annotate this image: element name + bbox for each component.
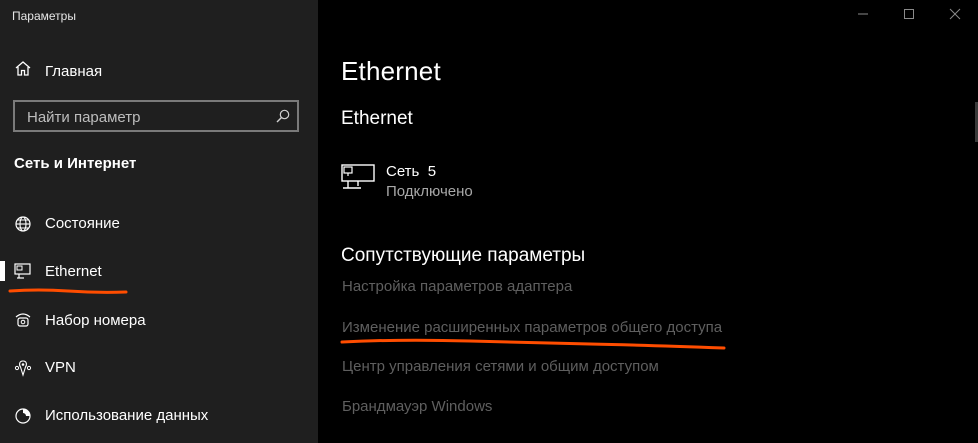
maximize-icon xyxy=(903,7,915,25)
subtitle: Ethernet xyxy=(341,108,413,129)
sidebar: Параметры Главная Сеть и Интернет xyxy=(0,0,318,443)
close-icon xyxy=(949,7,961,25)
network-name: Сеть 5 xyxy=(386,163,437,180)
link-advanced-sharing[interactable]: Изменение расширенных параметров общего … xyxy=(342,319,722,336)
dialup-icon xyxy=(14,312,32,328)
vpn-icon xyxy=(14,359,32,377)
minimize-icon xyxy=(857,7,869,25)
ethernet-icon xyxy=(14,263,32,279)
home-label: Главная xyxy=(45,62,103,80)
window-controls xyxy=(840,0,978,32)
sidebar-item-label: Состояние xyxy=(45,214,120,232)
sidebar-item-label: Использование данных xyxy=(45,406,209,424)
app-title: Параметры xyxy=(12,9,76,23)
network-status: Подключено xyxy=(386,183,473,200)
globe-icon xyxy=(14,215,32,232)
related-settings-heading: Сопутствующие параметры xyxy=(341,245,586,266)
section-heading: Сеть и Интернет xyxy=(14,155,137,172)
sidebar-item-data-usage[interactable]: Использование данных xyxy=(0,395,318,435)
sidebar-item-dialup[interactable]: Набор номера xyxy=(0,300,318,340)
sidebar-item-vpn[interactable]: VPN xyxy=(0,347,318,387)
maximize-button[interactable] xyxy=(886,0,932,32)
search-box[interactable] xyxy=(13,100,299,132)
sidebar-item-label: Набор номера xyxy=(45,311,146,329)
link-adapter-settings[interactable]: Настройка параметров адаптера xyxy=(342,278,572,295)
sidebar-item-ethernet[interactable]: Ethernet xyxy=(0,251,318,291)
search-input[interactable] xyxy=(25,106,269,128)
sidebar-item-status[interactable]: Состояние xyxy=(0,203,318,243)
sidebar-item-label: Ethernet xyxy=(45,262,102,280)
sidebar-item-label: VPN xyxy=(45,358,76,376)
annotation-underline-sharing xyxy=(340,338,726,350)
close-button[interactable] xyxy=(932,0,978,32)
link-network-center[interactable]: Центр управления сетями и общим доступом xyxy=(342,358,659,375)
network-computer-icon xyxy=(341,162,377,199)
search-icon[interactable] xyxy=(275,108,291,129)
network-card[interactable]: Сеть 5 Подключено xyxy=(341,160,641,206)
data-usage-icon xyxy=(14,407,32,424)
minimize-button[interactable] xyxy=(840,0,886,32)
home-icon xyxy=(14,60,32,82)
settings-window: Параметры Главная Сеть и Интернет xyxy=(0,0,978,443)
link-firewall[interactable]: Брандмауэр Windows xyxy=(342,398,492,415)
page-title: Ethernet xyxy=(341,56,441,86)
home-button[interactable]: Главная xyxy=(14,60,102,82)
main-content: Ethernet Ethernet Сеть 5 Подключено Сопу… xyxy=(318,0,978,443)
